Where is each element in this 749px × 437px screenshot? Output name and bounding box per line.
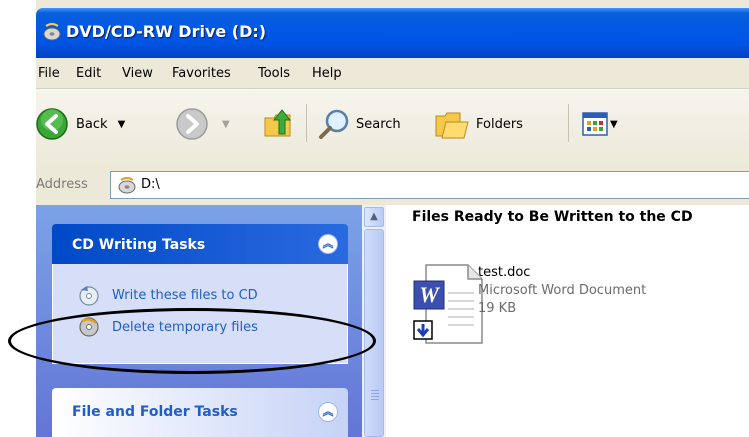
cd-writing-tasks-title: CD Writing Tasks [72, 237, 206, 253]
forward-button[interactable]: ▼ [176, 108, 230, 140]
folders-button[interactable]: Folders [434, 108, 523, 140]
back-arrow-icon [36, 108, 68, 140]
address-input[interactable]: D:\ [110, 171, 749, 199]
search-button[interactable]: Search [318, 108, 401, 140]
group-header: Files Ready to Be Written to the CD [412, 209, 693, 225]
scroll-grip [371, 393, 379, 394]
menu-bar: File Edit View Favorites Tools Help [36, 58, 749, 89]
word-document-icon[interactable]: W [412, 263, 486, 345]
highlight-ellipse [8, 308, 376, 374]
scroll-grip [371, 399, 379, 400]
menu-file[interactable]: File [38, 66, 60, 81]
forward-arrow-icon [176, 108, 208, 140]
up-folder-button[interactable] [262, 106, 294, 140]
svg-text:W: W [419, 282, 440, 307]
views-button[interactable]: ▼ [582, 112, 618, 136]
file-folder-tasks-title: File and Folder Tasks [72, 404, 238, 420]
write-files-to-cd-link[interactable]: Write these files to CD [78, 284, 258, 306]
search-label: Search [356, 116, 401, 132]
address-label: Address [36, 177, 88, 192]
back-dropdown-icon[interactable]: ▼ [118, 119, 126, 130]
vertical-scrollbar[interactable]: ▲ [362, 205, 386, 437]
views-dropdown-icon[interactable]: ▼ [610, 119, 618, 130]
address-bar: Address D:\ [36, 167, 749, 203]
menu-help[interactable]: Help [312, 66, 342, 81]
folders-icon [435, 112, 469, 139]
write-files-label: Write these files to CD [112, 287, 258, 303]
write-cd-icon [79, 286, 99, 306]
collapse-chevron-icon[interactable]: ︽ [318, 234, 338, 254]
back-button[interactable]: Back ▼ [36, 108, 125, 140]
scroll-grip [371, 396, 379, 397]
search-icon [319, 109, 349, 139]
cd-drive-icon [118, 177, 136, 194]
file-list-area[interactable]: Files Ready to Be Written to the CD W te… [386, 205, 749, 437]
title-bar[interactable]: DVD/CD-RW Drive (D:) [36, 8, 749, 58]
collapse-chevron-icon[interactable]: ︽ [318, 402, 338, 422]
views-icon [582, 112, 608, 136]
file-size: 19 KB [478, 301, 517, 316]
toolbar-separator [306, 104, 307, 142]
folders-label: Folders [476, 116, 523, 132]
back-label: Back [76, 116, 108, 132]
cd-drive-icon [43, 23, 61, 41]
file-type: Microsoft Word Document [478, 283, 647, 298]
scroll-grip [371, 390, 379, 391]
menu-view[interactable]: View [122, 66, 153, 81]
forward-dropdown-icon[interactable]: ▼ [222, 119, 230, 130]
menu-edit[interactable]: Edit [76, 66, 101, 81]
file-name[interactable]: test.doc [478, 265, 530, 280]
menu-favorites[interactable]: Favorites [172, 66, 231, 81]
toolbar-separator [568, 104, 569, 142]
up-folder-icon [264, 109, 292, 137]
cd-writing-tasks-header[interactable]: CD Writing Tasks ︽ [52, 224, 348, 264]
menu-tools[interactable]: Tools [258, 66, 290, 81]
file-folder-tasks-header[interactable]: File and Folder Tasks ︽ [52, 388, 348, 437]
scroll-up-arrow-icon[interactable]: ▲ [364, 207, 384, 227]
window-title: DVD/CD-RW Drive (D:) [66, 22, 267, 41]
address-value: D:\ [141, 177, 160, 192]
